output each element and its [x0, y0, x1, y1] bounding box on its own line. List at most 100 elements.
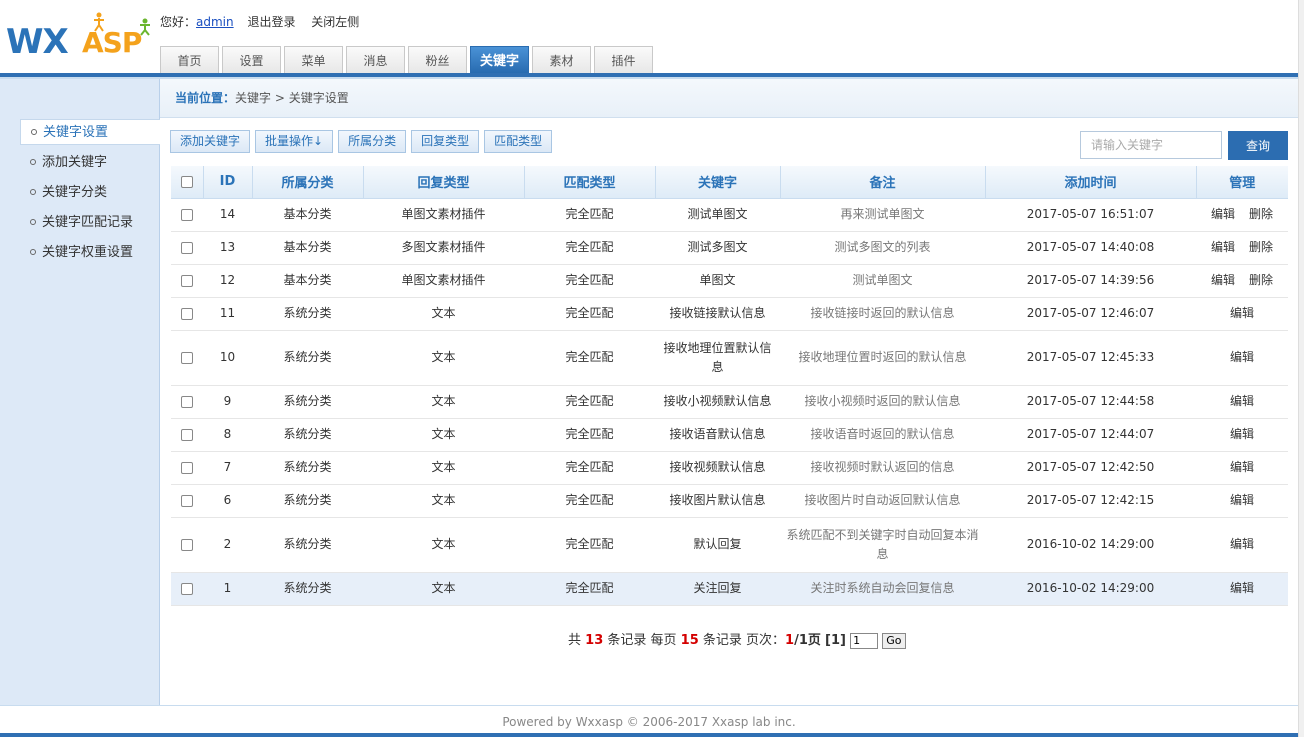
column-header-reply-type[interactable]: 回复类型 — [363, 166, 525, 199]
cell-id: 2 — [203, 517, 252, 573]
cell-reply-type: 文本 — [363, 297, 524, 331]
page-number-input[interactable] — [850, 632, 879, 649]
table-row[interactable]: 14 基本分类 单图文素材插件 完全匹配 测试单图文 再来测试单图文 2017-05-07 … — [171, 198, 1288, 232]
tab-fans[interactable]: 粉丝 — [408, 46, 467, 75]
column-header-note[interactable]: 备注 — [780, 166, 986, 199]
column-header-keyword[interactable]: 关键字 — [655, 166, 781, 199]
edit-link[interactable]: 编辑 — [1230, 350, 1254, 364]
username-link[interactable]: admin — [196, 15, 234, 29]
cell-note: 接收图片时自动返回默认信息 — [780, 484, 985, 518]
toolbar: 添加关键字 批量操作↓ 所属分类 回复类型 匹配类型 — [170, 130, 557, 153]
tab-materials[interactable]: 素材 — [532, 46, 591, 75]
cell-match-type: 完全匹配 — [524, 418, 655, 452]
page-link[interactable]: [1] — [825, 633, 846, 648]
cell-actions: 编辑 — [1196, 330, 1288, 386]
cell-id: 12 — [203, 264, 252, 298]
edit-link[interactable]: 编辑 — [1230, 537, 1254, 551]
sidebar-item-keyword-category[interactable]: 关键字分类 — [20, 180, 160, 206]
cell-keyword: 测试多图文 — [655, 231, 780, 265]
scrollbar[interactable] — [1298, 0, 1304, 737]
row-checkbox[interactable] — [181, 461, 193, 474]
table-row[interactable]: 10 系统分类 文本 完全匹配 接收地理位置默认信息 接收地理位置时返回的默认信息 2017… — [171, 330, 1288, 386]
logout-link[interactable]: 退出登录 — [247, 15, 295, 29]
search-input[interactable] — [1080, 131, 1222, 159]
table-row[interactable]: 12 基本分类 单图文素材插件 完全匹配 单图文 测试单图文 2017-05-07 14:3… — [171, 264, 1288, 298]
tab-messages[interactable]: 消息 — [346, 46, 405, 75]
table-row[interactable]: 2 系统分类 文本 完全匹配 默认回复 系统匹配不到关键字时自动回复本消息 2016-10-… — [171, 517, 1288, 573]
add-keyword-button[interactable]: 添加关键字 — [170, 130, 251, 153]
close-left-link[interactable]: 关闭左侧 — [311, 15, 359, 29]
footer-bar — [0, 733, 1298, 737]
tab-plugins[interactable]: 插件 — [594, 46, 653, 75]
category-filter-button[interactable]: 所属分类 — [338, 130, 407, 153]
row-checkbox-cell — [171, 451, 203, 485]
delete-link[interactable]: 删除 — [1249, 273, 1273, 287]
tab-home[interactable]: 首页 — [160, 46, 219, 75]
row-checkbox[interactable] — [181, 428, 193, 441]
sidebar-item-add-keyword[interactable]: 添加关键字 — [20, 150, 160, 176]
batch-action-button[interactable]: 批量操作↓ — [255, 130, 334, 153]
edit-link[interactable]: 编辑 — [1211, 273, 1235, 287]
sidebar-item-keyword-settings[interactable]: 关键字设置 — [20, 119, 160, 145]
match-type-filter-button[interactable]: 匹配类型 — [484, 130, 553, 153]
tab-keywords[interactable]: 关键字 — [470, 46, 529, 75]
breadcrumb: 当前位置：关键字 > 关键字设置 — [160, 79, 1298, 118]
sidebar-item-label: 关键字分类 — [42, 185, 108, 200]
edit-link[interactable]: 编辑 — [1230, 306, 1254, 320]
edit-link[interactable]: 编辑 — [1230, 460, 1254, 474]
edit-link[interactable]: 编辑 — [1230, 394, 1254, 408]
cell-match-type: 完全匹配 — [524, 484, 655, 518]
sidebar-item-match-records[interactable]: 关键字匹配记录 — [20, 210, 160, 236]
row-checkbox[interactable] — [181, 582, 193, 595]
table-row[interactable]: 11 系统分类 文本 完全匹配 接收链接默认信息 接收链接时返回的默认信息 2017-05-… — [171, 297, 1288, 331]
row-checkbox[interactable] — [181, 208, 193, 221]
select-all-checkbox[interactable] — [180, 175, 193, 188]
cell-id: 6 — [203, 484, 252, 518]
main-nav: 首页 设置 菜单 消息 粉丝 关键字 素材 插件 — [160, 46, 656, 75]
go-button[interactable]: Go — [882, 632, 906, 649]
table-row[interactable]: 13 基本分类 多图文素材插件 完全匹配 测试多图文 测试多图文的列表 2017-05-07… — [171, 231, 1288, 265]
edit-link[interactable]: 编辑 — [1230, 427, 1254, 441]
column-header-category[interactable]: 所属分类 — [252, 166, 364, 199]
column-header-time[interactable]: 添加时间 — [985, 166, 1197, 199]
edit-link[interactable]: 编辑 — [1230, 581, 1254, 595]
cell-category: 系统分类 — [252, 572, 363, 606]
pager-records-label: 条记录 每页 — [607, 633, 677, 648]
tab-menu[interactable]: 菜单 — [284, 46, 343, 75]
edit-link[interactable]: 编辑 — [1230, 493, 1254, 507]
row-checkbox[interactable] — [181, 395, 193, 408]
table-row[interactable]: 6 系统分类 文本 完全匹配 接收图片默认信息 接收图片时自动返回默认信息 2017-05-… — [171, 484, 1288, 518]
reply-type-filter-button[interactable]: 回复类型 — [411, 130, 480, 153]
table-row[interactable]: 1 系统分类 文本 完全匹配 关注回复 关注时系统自动会回复信息 2016-10-02 14… — [171, 572, 1288, 606]
row-checkbox[interactable] — [181, 241, 193, 254]
breadcrumb-path: 关键字 > 关键字设置 — [235, 91, 349, 105]
column-header-id[interactable]: ID — [203, 166, 253, 199]
cell-reply-type: 单图文素材插件 — [363, 198, 524, 232]
delete-link[interactable]: 删除 — [1249, 240, 1273, 254]
row-checkbox[interactable] — [181, 307, 193, 320]
cell-note: 测试单图文 — [780, 264, 985, 298]
sidebar-item-weight-settings[interactable]: 关键字权重设置 — [20, 240, 160, 266]
cell-time: 2016-10-02 14:29:00 — [985, 517, 1196, 573]
table-row[interactable]: 9 系统分类 文本 完全匹配 接收小视频默认信息 接收小视频时返回的默认信息 2017-05… — [171, 385, 1288, 419]
row-checkbox[interactable] — [181, 274, 193, 287]
cell-actions: 编辑 删除 — [1196, 264, 1288, 298]
row-checkbox[interactable] — [181, 494, 193, 507]
row-checkbox[interactable] — [181, 351, 193, 364]
cell-note: 测试多图文的列表 — [780, 231, 985, 265]
row-checkbox-cell — [171, 572, 203, 606]
cell-category: 系统分类 — [252, 418, 363, 452]
table-row[interactable]: 8 系统分类 文本 完全匹配 接收语音默认信息 接收语音时返回的默认信息 2017-05-0… — [171, 418, 1288, 452]
tab-settings[interactable]: 设置 — [222, 46, 281, 75]
row-checkbox[interactable] — [181, 538, 193, 551]
cell-time: 2016-10-02 14:29:00 — [985, 572, 1196, 606]
edit-link[interactable]: 编辑 — [1211, 207, 1235, 221]
table-row[interactable]: 7 系统分类 文本 完全匹配 接收视频默认信息 接收视频时默认返回的信息 2017-05-0… — [171, 451, 1288, 485]
edit-link[interactable]: 编辑 — [1211, 240, 1235, 254]
search-button[interactable]: 查询 — [1228, 131, 1288, 160]
column-header-match-type[interactable]: 匹配类型 — [524, 166, 656, 199]
delete-link[interactable]: 删除 — [1249, 207, 1273, 221]
logo[interactable]: WX ASP — [4, 12, 158, 68]
cell-note: 接收地理位置时返回的默认信息 — [780, 330, 985, 386]
cell-id: 1 — [203, 572, 252, 606]
